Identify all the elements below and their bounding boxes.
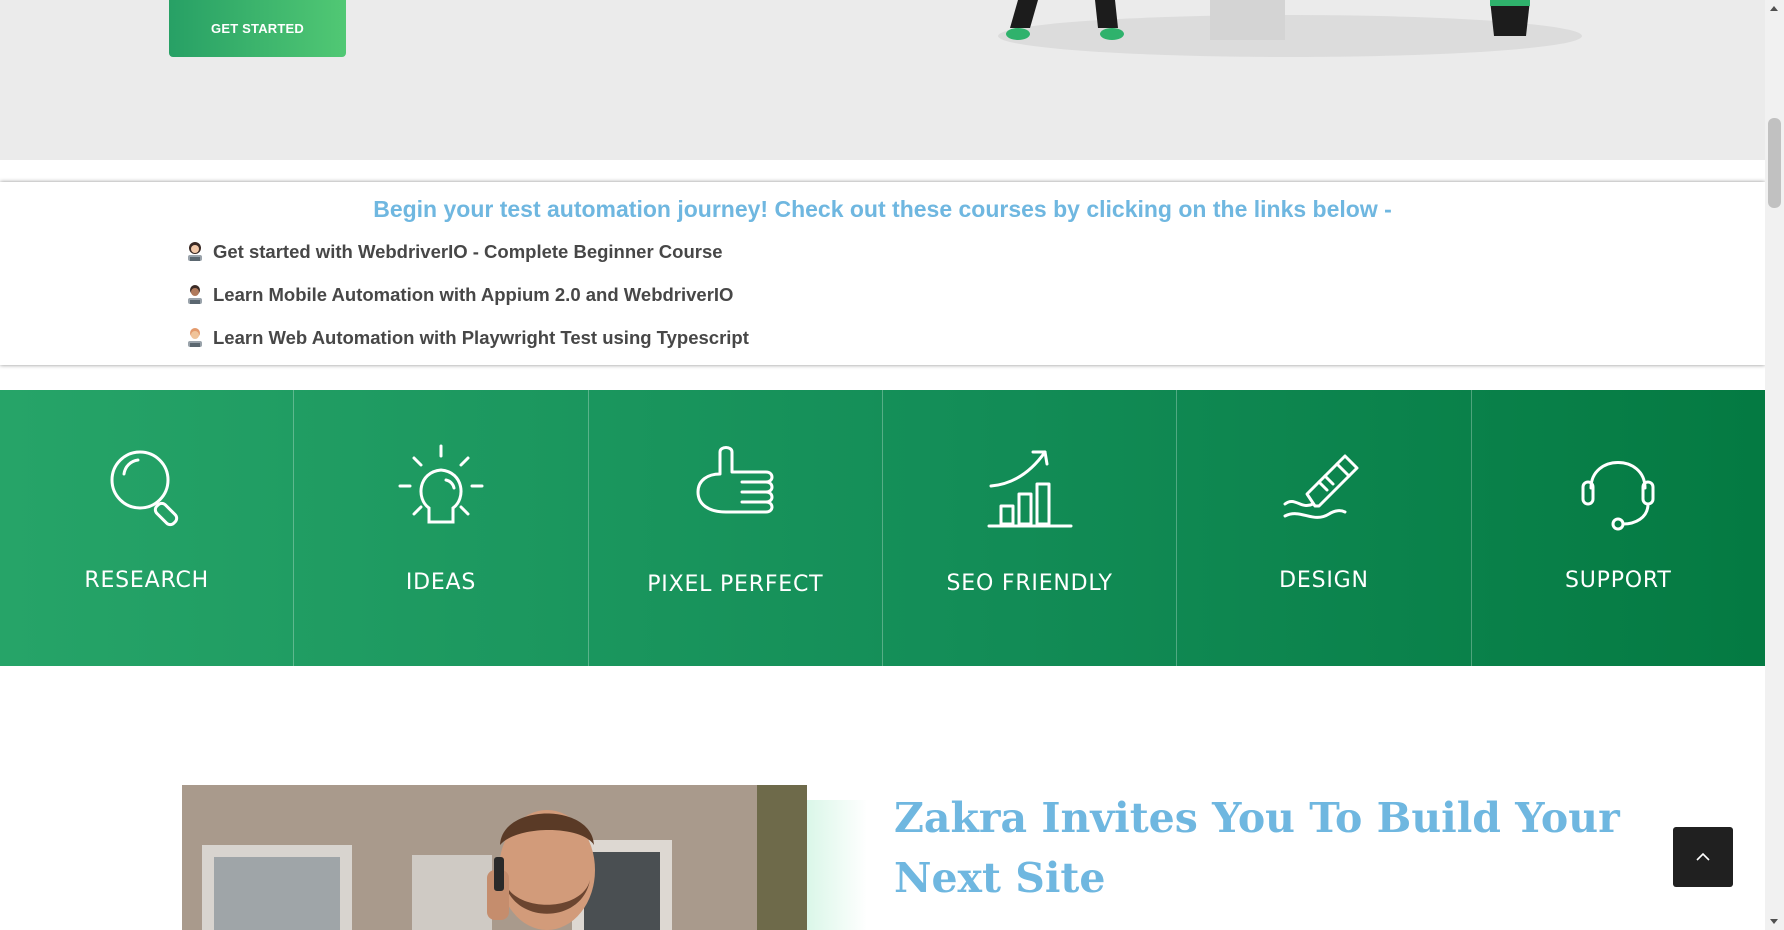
courses-heading: Begin your test automation journey! Chec… xyxy=(373,196,1392,222)
feature-label: DESIGN xyxy=(1279,568,1369,593)
hero-section: GET STARTED xyxy=(0,0,1765,160)
feature-support[interactable]: SUPPORT xyxy=(1472,390,1765,666)
growth-chart-icon xyxy=(987,450,1073,528)
course-link-label[interactable]: Get started with WebdriverIO - Complete … xyxy=(213,241,723,263)
technologist-emoji xyxy=(188,328,202,347)
thumbs-up-icon xyxy=(696,446,774,514)
course-link-label[interactable]: Learn Web Automation with Playwright Tes… xyxy=(213,327,749,349)
section-title: Zakra Invites You To Build Your Next Sit… xyxy=(894,794,1620,902)
woman-technologist-emoji xyxy=(188,242,202,261)
courses-card: Begin your test automation journey! Chec… xyxy=(0,182,1765,365)
photo-glow xyxy=(807,800,867,930)
course-link-label[interactable]: Learn Mobile Automation with Appium 2.0 … xyxy=(213,284,733,306)
hero-illustration xyxy=(998,0,1582,57)
chevron-up-icon xyxy=(1696,852,1710,861)
feature-ideas[interactable]: IDEAS xyxy=(294,390,589,666)
course-link-playwright[interactable]: Learn Web Automation with Playwright Tes… xyxy=(185,325,749,351)
page-scrollbar[interactable] xyxy=(1765,0,1784,930)
course-link-appium[interactable]: Learn Mobile Automation with Appium 2.0 … xyxy=(185,282,733,308)
feature-label: PIXEL PERFECT xyxy=(647,572,824,597)
get-started-button[interactable]: GET STARTED xyxy=(169,0,346,57)
feature-research[interactable]: RESEARCH xyxy=(0,390,295,666)
scroll-up-arrow-icon[interactable] xyxy=(1770,6,1778,11)
features-strip: RESEARCH IDEAS PIXEL PERFECT SEO FRIENDL… xyxy=(0,390,1765,666)
scroll-down-arrow-icon[interactable] xyxy=(1770,919,1778,924)
headset-icon xyxy=(1581,461,1655,531)
scrollbar-thumb[interactable] xyxy=(1768,118,1781,208)
feature-pixel-perfect[interactable]: PIXEL PERFECT xyxy=(589,390,883,666)
pencil-icon xyxy=(1283,454,1359,519)
feature-label: RESEARCH xyxy=(84,568,209,593)
course-link-webdriverio[interactable]: Get started with WebdriverIO - Complete … xyxy=(185,239,723,265)
lightbulb-icon xyxy=(398,444,484,524)
man-technologist-emoji xyxy=(188,285,202,304)
feature-label: IDEAS xyxy=(405,570,477,595)
feature-seo-friendly[interactable]: SEO FRIENDLY xyxy=(883,390,1178,666)
feature-label: SEO FRIENDLY xyxy=(946,571,1113,596)
magnifier-icon xyxy=(110,450,178,527)
photo-illustration xyxy=(182,785,807,930)
feature-label: SUPPORT xyxy=(1564,568,1672,593)
feature-design[interactable]: DESIGN xyxy=(1177,390,1472,666)
scroll-to-top-button[interactable] xyxy=(1673,827,1733,887)
businessman-photo xyxy=(182,785,807,930)
